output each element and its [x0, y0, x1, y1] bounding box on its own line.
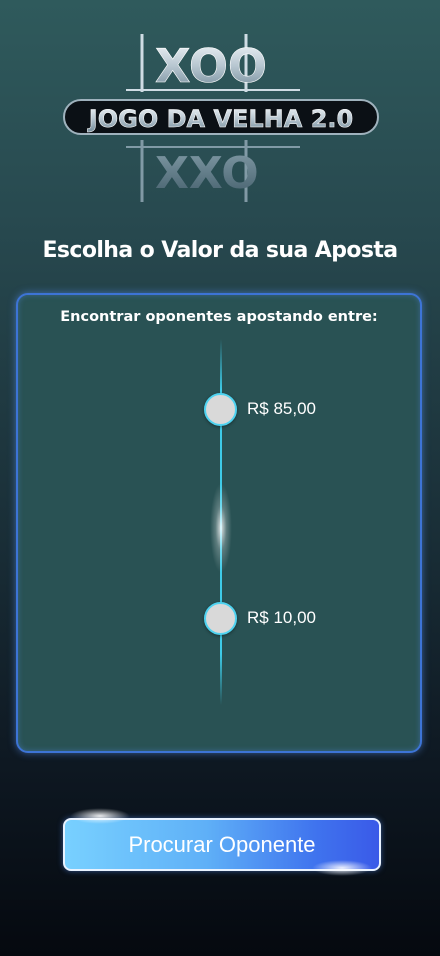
bet-range-panel: Encontrar oponentes apostando entre: R$ …	[16, 293, 422, 753]
min-value-label: R$ 10,00	[247, 608, 316, 627]
svg-text:XXO: XXO	[155, 148, 259, 199]
svg-text:JOGO DA VELHA 2.0: JOGO DA VELHA 2.0	[87, 105, 353, 133]
search-opponent-label: Procurar Oponente	[128, 831, 316, 857]
min-value-thumb[interactable]	[204, 602, 237, 635]
game-logo: XOO JOGO DA VELHA 2.0 XXO	[63, 34, 379, 202]
button-sparkle-left	[70, 808, 130, 824]
max-value-thumb[interactable]	[204, 393, 237, 426]
button-sparkle-right	[312, 860, 372, 876]
logo-top-symbols: XOO	[126, 34, 300, 93]
track-glow	[210, 483, 232, 573]
logo-bottom-symbols: XXO	[126, 140, 300, 202]
page-title: Escolha o Valor da sua Aposta	[42, 238, 398, 263]
range-label: Encontrar oponentes apostando entre:	[60, 309, 378, 325]
svg-text:XOO: XOO	[155, 39, 267, 93]
max-value-label: R$ 85,00	[247, 399, 316, 418]
logo-title-banner: JOGO DA VELHA 2.0	[63, 99, 379, 135]
